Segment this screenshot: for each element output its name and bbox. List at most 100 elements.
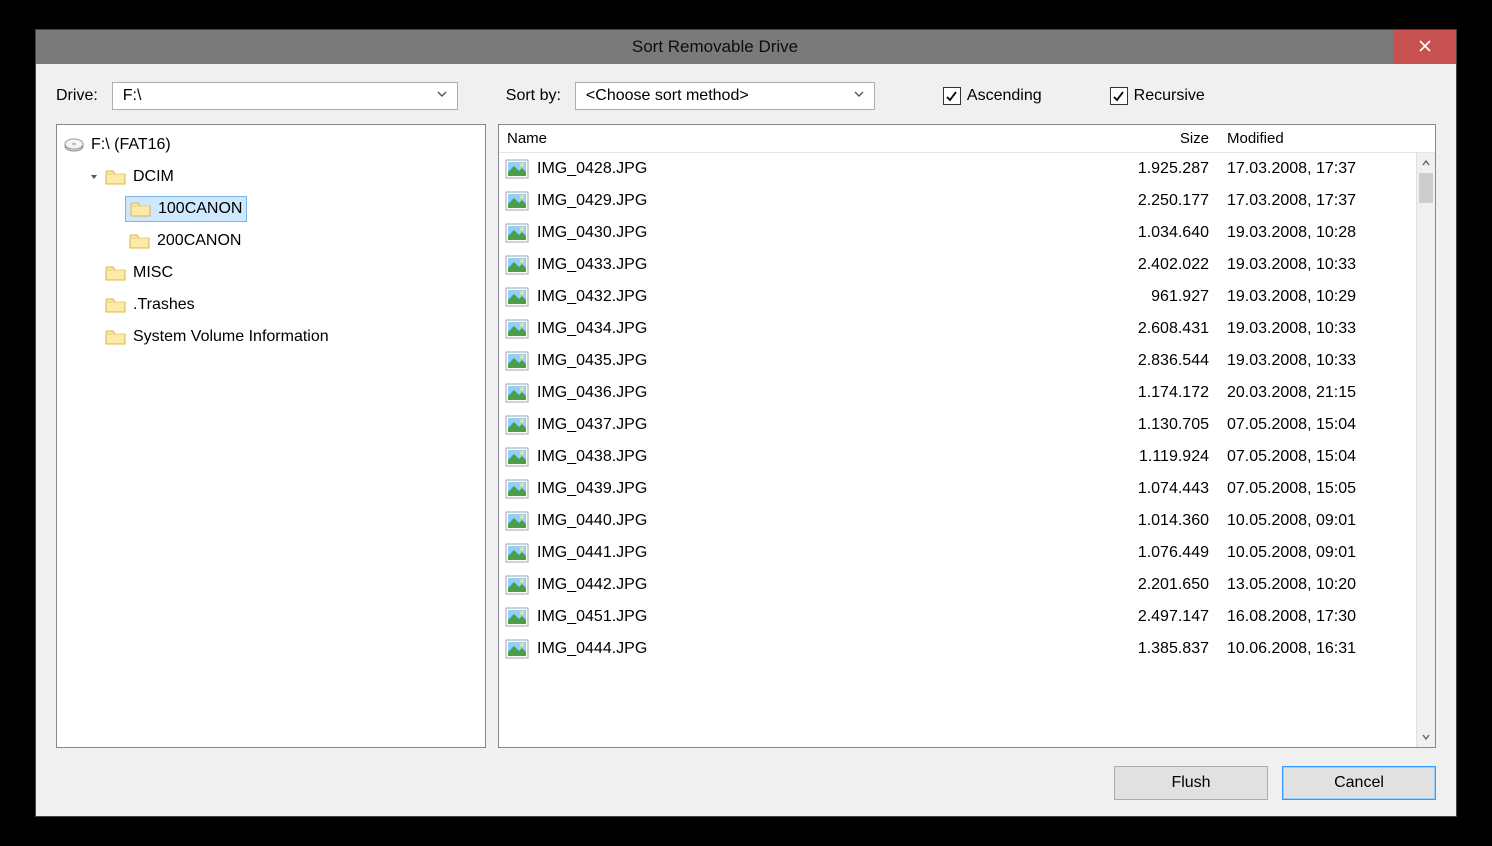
file-size: 2.836.544 xyxy=(1099,352,1219,370)
file-name: IMG_0451.JPG xyxy=(537,608,1099,626)
scroll-up-icon[interactable] xyxy=(1417,153,1435,173)
scrollbar[interactable] xyxy=(1416,153,1435,747)
list-header: Name Size Modified xyxy=(499,125,1435,153)
file-size: 1.014.360 xyxy=(1099,512,1219,530)
file-modified: 07.05.2008, 15:04 xyxy=(1219,448,1415,466)
image-file-icon xyxy=(505,575,529,595)
image-file-icon xyxy=(505,415,529,435)
file-row[interactable]: IMG_0451.JPG2.497.14716.08.2008, 17:30 xyxy=(499,601,1415,633)
tree-item[interactable]: 100CANON xyxy=(63,193,479,225)
image-file-icon xyxy=(505,223,529,243)
drive-dropdown[interactable]: F:\ xyxy=(112,82,458,110)
collapse-icon[interactable] xyxy=(87,172,101,182)
image-file-icon xyxy=(505,607,529,627)
sortby-value: <Choose sort method> xyxy=(586,87,850,105)
file-row[interactable]: IMG_0442.JPG2.201.65013.05.2008, 10:20 xyxy=(499,569,1415,601)
file-modified: 10.05.2008, 09:01 xyxy=(1219,544,1415,562)
folder-icon xyxy=(105,328,127,346)
folder-tree[interactable]: F:\ (FAT16) DCIM 100CANON 200CANON MISC .Tra… xyxy=(56,124,486,748)
dialog-window: Sort Removable Drive Drive: F:\ Sort by:… xyxy=(36,30,1456,816)
tree-item[interactable]: DCIM xyxy=(63,161,479,193)
recursive-checkbox[interactable]: Recursive xyxy=(1110,87,1205,105)
file-row[interactable]: IMG_0432.JPG961.92719.03.2008, 10:29 xyxy=(499,281,1415,313)
file-size: 1.174.172 xyxy=(1099,384,1219,402)
image-file-icon xyxy=(505,479,529,499)
file-modified: 19.03.2008, 10:28 xyxy=(1219,224,1415,242)
close-button[interactable] xyxy=(1394,30,1456,64)
tree-item-label: System Volume Information xyxy=(133,328,329,346)
file-modified: 10.06.2008, 16:31 xyxy=(1219,640,1415,658)
tree-root[interactable]: F:\ (FAT16) xyxy=(63,129,479,161)
file-modified: 19.03.2008, 10:33 xyxy=(1219,256,1415,274)
image-file-icon xyxy=(505,639,529,659)
file-size: 2.608.431 xyxy=(1099,320,1219,338)
file-row[interactable]: IMG_0436.JPG1.174.17220.03.2008, 21:15 xyxy=(499,377,1415,409)
file-row[interactable]: IMG_0434.JPG2.608.43119.03.2008, 10:33 xyxy=(499,313,1415,345)
file-row[interactable]: IMG_0437.JPG1.130.70507.05.2008, 15:04 xyxy=(499,409,1415,441)
tree-item-label: 200CANON xyxy=(157,232,241,250)
file-size: 1.925.287 xyxy=(1099,160,1219,178)
file-size: 2.402.022 xyxy=(1099,256,1219,274)
file-row[interactable]: IMG_0444.JPG1.385.83710.06.2008, 16:31 xyxy=(499,633,1415,665)
file-name: IMG_0441.JPG xyxy=(537,544,1099,562)
tree-item[interactable]: .Trashes xyxy=(63,289,479,321)
sortby-label: Sort by: xyxy=(506,87,561,105)
file-name: IMG_0433.JPG xyxy=(537,256,1099,274)
image-file-icon xyxy=(505,319,529,339)
file-row[interactable]: IMG_0435.JPG2.836.54419.03.2008, 10:33 xyxy=(499,345,1415,377)
image-file-icon xyxy=(505,255,529,275)
flush-button[interactable]: Flush xyxy=(1114,766,1268,800)
file-modified: 17.03.2008, 17:37 xyxy=(1219,192,1415,210)
file-size: 961.927 xyxy=(1099,288,1219,306)
tree-item[interactable]: MISC xyxy=(63,257,479,289)
file-name: IMG_0440.JPG xyxy=(537,512,1099,530)
image-file-icon xyxy=(505,191,529,211)
image-file-icon xyxy=(505,159,529,179)
image-file-icon xyxy=(505,351,529,371)
file-row[interactable]: IMG_0440.JPG1.014.36010.05.2008, 09:01 xyxy=(499,505,1415,537)
recursive-label: Recursive xyxy=(1134,87,1205,105)
file-modified: 19.03.2008, 10:33 xyxy=(1219,320,1415,338)
file-size: 2.250.177 xyxy=(1099,192,1219,210)
titlebar: Sort Removable Drive xyxy=(36,30,1456,64)
file-modified: 13.05.2008, 10:20 xyxy=(1219,576,1415,594)
file-modified: 10.05.2008, 09:01 xyxy=(1219,512,1415,530)
file-row[interactable]: IMG_0441.JPG1.076.44910.05.2008, 09:01 xyxy=(499,537,1415,569)
file-row[interactable]: IMG_0439.JPG1.074.44307.05.2008, 15:05 xyxy=(499,473,1415,505)
file-size: 2.201.650 xyxy=(1099,576,1219,594)
scroll-thumb[interactable] xyxy=(1419,173,1433,203)
file-name: IMG_0429.JPG xyxy=(537,192,1099,210)
tree-item[interactable]: 200CANON xyxy=(63,225,479,257)
column-modified[interactable]: Modified xyxy=(1219,130,1415,147)
image-file-icon xyxy=(505,383,529,403)
file-row[interactable]: IMG_0430.JPG1.034.64019.03.2008, 10:28 xyxy=(499,217,1415,249)
ascending-checkbox[interactable]: Ascending xyxy=(943,87,1042,105)
file-name: IMG_0430.JPG xyxy=(537,224,1099,242)
file-row[interactable]: IMG_0438.JPG1.119.92407.05.2008, 15:04 xyxy=(499,441,1415,473)
file-modified: 17.03.2008, 17:37 xyxy=(1219,160,1415,178)
column-size[interactable]: Size xyxy=(1099,130,1219,147)
column-name[interactable]: Name xyxy=(499,130,1099,147)
file-size: 2.497.147 xyxy=(1099,608,1219,626)
scroll-track[interactable] xyxy=(1417,173,1435,727)
file-row[interactable]: IMG_0428.JPG1.925.28717.03.2008, 17:37 xyxy=(499,153,1415,185)
cancel-button[interactable]: Cancel xyxy=(1282,766,1436,800)
file-row[interactable]: IMG_0429.JPG2.250.17717.03.2008, 17:37 xyxy=(499,185,1415,217)
folder-icon xyxy=(129,232,151,250)
sortby-dropdown[interactable]: <Choose sort method> xyxy=(575,82,875,110)
tree-item-label: DCIM xyxy=(133,168,174,186)
folder-icon xyxy=(105,296,127,314)
tree-item-label: MISC xyxy=(133,264,173,282)
list-body: IMG_0428.JPG1.925.28717.03.2008, 17:37IM… xyxy=(499,153,1435,747)
image-file-icon xyxy=(505,447,529,467)
scroll-down-icon[interactable] xyxy=(1417,727,1435,747)
tree-item[interactable]: System Volume Information xyxy=(63,321,479,353)
file-name: IMG_0434.JPG xyxy=(537,320,1099,338)
ascending-label: Ascending xyxy=(967,87,1042,105)
file-size: 1.074.443 xyxy=(1099,480,1219,498)
file-name: IMG_0439.JPG xyxy=(537,480,1099,498)
file-size: 1.130.705 xyxy=(1099,416,1219,434)
chevron-down-icon xyxy=(433,87,451,105)
file-row[interactable]: IMG_0433.JPG2.402.02219.03.2008, 10:33 xyxy=(499,249,1415,281)
file-modified: 20.03.2008, 21:15 xyxy=(1219,384,1415,402)
